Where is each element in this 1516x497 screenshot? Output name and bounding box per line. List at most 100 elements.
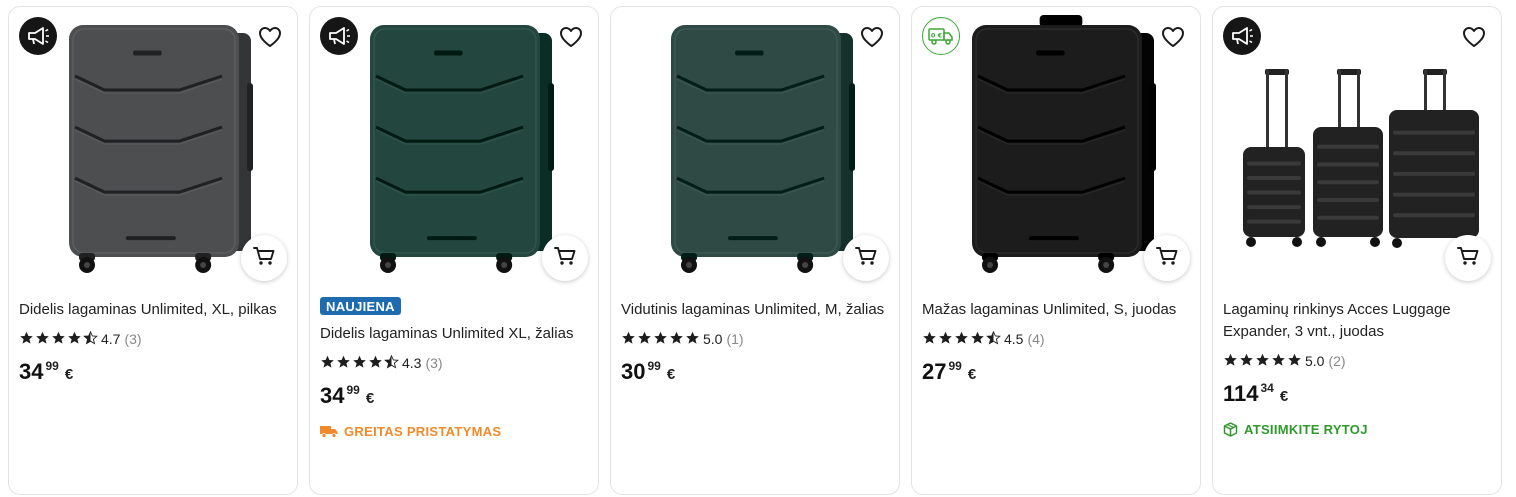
star-icon bbox=[970, 331, 985, 348]
favorite-heart-icon[interactable] bbox=[1461, 25, 1487, 49]
add-to-cart-button[interactable] bbox=[241, 235, 287, 281]
product-price: 30 99 € bbox=[621, 359, 889, 387]
review-count[interactable]: (1) bbox=[726, 331, 743, 347]
product-rating: 5.0 (2) bbox=[1223, 352, 1491, 370]
svg-text:0 €: 0 € bbox=[931, 32, 943, 40]
product-card[interactable]: 0 € Mažas lagaminas Unlimited, S, juodas 4… bbox=[911, 6, 1201, 495]
product-card[interactable]: Lagaminų rinkinys Acces Luggage Expander… bbox=[1212, 6, 1502, 495]
delivery-info: ATSIIMKITE RYTOJ bbox=[1223, 422, 1491, 437]
star-icon bbox=[621, 331, 636, 348]
price-currency: € bbox=[666, 366, 676, 383]
product-card[interactable]: Vidutinis lagaminas Unlimited, M, žalias… bbox=[610, 6, 900, 495]
megaphone-icon bbox=[320, 17, 358, 55]
rating-stars bbox=[1223, 353, 1302, 370]
price-decimals: 99 bbox=[346, 383, 360, 397]
product-card[interactable]: Didelis lagaminas Unlimited, XL, pilkas 4… bbox=[8, 6, 298, 495]
cart-icon bbox=[854, 245, 878, 272]
delivery-info: GREITAS PRISTATYMAS bbox=[320, 424, 588, 439]
star-icon bbox=[67, 331, 82, 348]
price-decimals: 34 bbox=[1260, 381, 1274, 395]
delivery-label: GREITAS PRISTATYMAS bbox=[344, 424, 502, 439]
favorite-heart-icon[interactable] bbox=[1160, 25, 1186, 49]
star-icon bbox=[336, 355, 351, 372]
star-icon bbox=[320, 355, 335, 372]
favorite-heart-icon[interactable] bbox=[859, 25, 885, 49]
add-to-cart-button[interactable] bbox=[1144, 235, 1190, 281]
favorite-heart-icon[interactable] bbox=[257, 25, 283, 49]
star-icon bbox=[368, 355, 383, 372]
delivery-truck-icon bbox=[320, 425, 338, 438]
price-integer: 30 bbox=[621, 359, 646, 384]
price-decimals: 99 bbox=[647, 359, 661, 373]
star-icon bbox=[938, 331, 953, 348]
cart-icon bbox=[1155, 245, 1179, 272]
price-decimals: 99 bbox=[948, 359, 962, 373]
rating-value: 5.0 bbox=[1305, 353, 1325, 369]
product-price: 114 34 € bbox=[1223, 381, 1491, 409]
star-icon bbox=[986, 330, 1001, 348]
cart-icon bbox=[553, 245, 577, 272]
product-info: Vidutinis lagaminas Unlimited, M, žalias… bbox=[621, 297, 889, 387]
megaphone-icon bbox=[19, 17, 57, 55]
product-info: Mažas lagaminas Unlimited, S, juodas 4.5(… bbox=[922, 297, 1190, 387]
review-count[interactable]: (2) bbox=[1328, 353, 1345, 369]
star-icon bbox=[685, 331, 700, 348]
price-integer: 114 bbox=[1223, 381, 1259, 406]
star-icon bbox=[35, 331, 50, 348]
rating-value: 5.0 bbox=[703, 331, 723, 347]
product-title[interactable]: Lagaminų rinkinys Acces Luggage Expander… bbox=[1223, 299, 1491, 343]
star-icon bbox=[1239, 353, 1254, 370]
megaphone-icon bbox=[1223, 17, 1261, 55]
star-icon bbox=[1223, 353, 1238, 370]
price-currency: € bbox=[365, 390, 375, 407]
review-count[interactable]: (4) bbox=[1027, 331, 1044, 347]
cart-icon bbox=[252, 245, 276, 272]
delivery-label: ATSIIMKITE RYTOJ bbox=[1244, 422, 1368, 437]
star-icon bbox=[83, 330, 98, 348]
star-icon bbox=[384, 354, 399, 372]
product-price: 34 99 € bbox=[320, 383, 588, 411]
add-to-cart-button[interactable] bbox=[542, 235, 588, 281]
favorite-heart-icon[interactable] bbox=[558, 25, 584, 49]
add-to-cart-button[interactable] bbox=[843, 235, 889, 281]
product-title[interactable]: Mažas lagaminas Unlimited, S, juodas bbox=[922, 299, 1190, 321]
rating-stars bbox=[19, 330, 98, 348]
star-icon bbox=[637, 331, 652, 348]
add-to-cart-button[interactable] bbox=[1445, 235, 1491, 281]
price-decimals: 99 bbox=[45, 359, 59, 373]
free-delivery-truck-icon: 0 € bbox=[922, 17, 960, 55]
new-badge: NAUJIENA bbox=[320, 297, 401, 315]
star-icon bbox=[653, 331, 668, 348]
pickup-box-icon bbox=[1223, 422, 1238, 437]
product-price: 27 99 € bbox=[922, 359, 1190, 387]
star-icon bbox=[669, 331, 684, 348]
product-price: 34 99 € bbox=[19, 359, 287, 387]
product-rating: 4.3 (3) bbox=[320, 354, 588, 372]
review-count[interactable]: (3) bbox=[425, 355, 442, 371]
rating-stars bbox=[320, 354, 399, 372]
price-currency: € bbox=[967, 366, 977, 383]
star-icon bbox=[1271, 353, 1286, 370]
star-icon bbox=[51, 331, 66, 348]
product-rating: 4.5 (4) bbox=[922, 330, 1190, 348]
price-integer: 34 bbox=[19, 359, 44, 384]
star-icon bbox=[954, 331, 969, 348]
product-info: NAUJIENA Didelis lagaminas Unlimited XL, … bbox=[320, 297, 588, 439]
product-title[interactable]: Didelis lagaminas Unlimited, XL, pilkas bbox=[19, 299, 287, 321]
product-card[interactable]: NAUJIENA Didelis lagaminas Unlimited XL, … bbox=[309, 6, 599, 495]
product-title[interactable]: Vidutinis lagaminas Unlimited, M, žalias bbox=[621, 299, 889, 321]
rating-stars bbox=[922, 330, 1001, 348]
price-integer: 27 bbox=[922, 359, 947, 384]
price-currency: € bbox=[1279, 388, 1289, 405]
star-icon bbox=[922, 331, 937, 348]
product-title[interactable]: Didelis lagaminas Unlimited XL, žalias bbox=[320, 323, 588, 345]
cart-icon bbox=[1456, 245, 1480, 272]
star-icon bbox=[352, 355, 367, 372]
star-icon bbox=[1255, 353, 1270, 370]
product-rating: 5.0 (1) bbox=[621, 330, 889, 348]
rating-value: 4.7 bbox=[101, 331, 121, 347]
product-info: Didelis lagaminas Unlimited, XL, pilkas 4… bbox=[19, 297, 287, 387]
star-icon bbox=[1287, 353, 1302, 370]
review-count[interactable]: (3) bbox=[124, 331, 141, 347]
rating-value: 4.5 bbox=[1004, 331, 1024, 347]
